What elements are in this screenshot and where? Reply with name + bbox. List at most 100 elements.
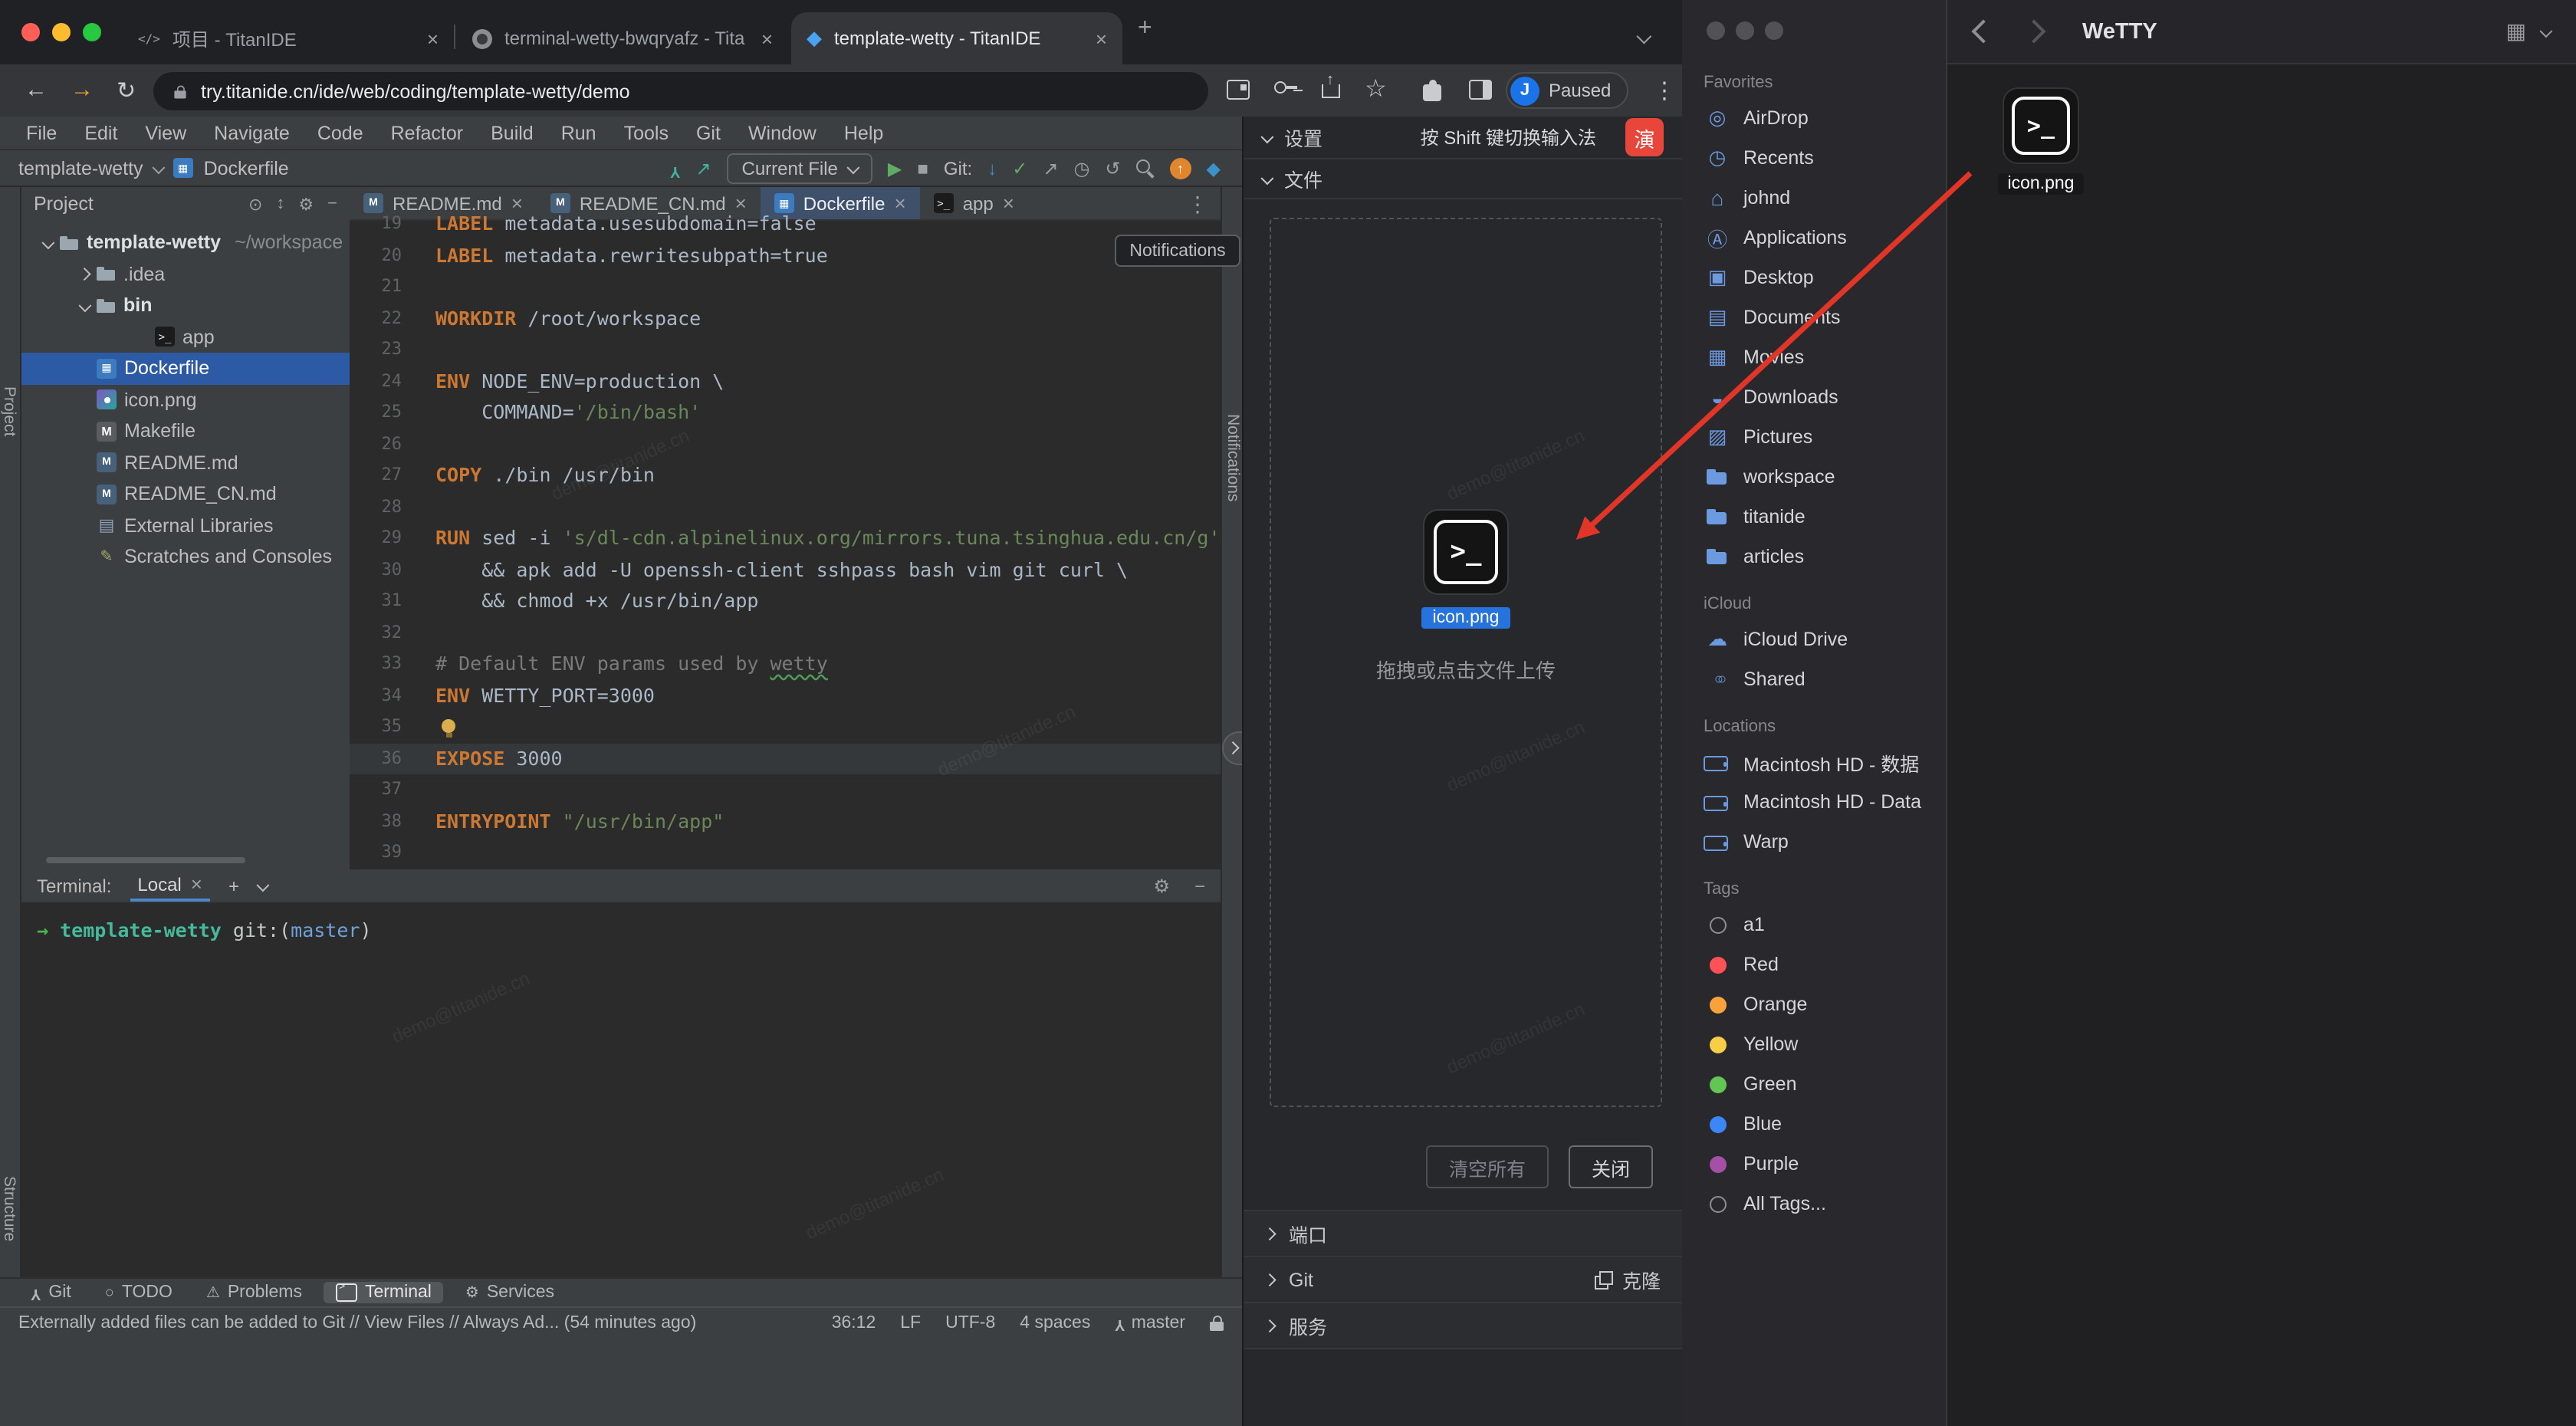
close-tab-icon[interactable]: [191, 872, 202, 895]
profile-chip[interactable]: J Paused: [1506, 72, 1628, 109]
share-icon[interactable]: [1322, 78, 1340, 98]
git-branch-widget[interactable]: master: [1115, 1313, 1185, 1332]
chevron-down-icon[interactable]: [2539, 25, 2551, 37]
tool-button-todo[interactable]: TODO: [93, 1282, 185, 1303]
window-zoom-button[interactable]: [83, 23, 101, 41]
browser-tab-terminal-wetty[interactable]: terminal-wetty-bwqryafz - Tita: [457, 12, 788, 64]
sidebar-item-applications[interactable]: Applications: [1682, 218, 1946, 258]
bookmark-star-icon[interactable]: [1365, 74, 1387, 104]
files-section-label[interactable]: 文件: [1284, 164, 1322, 193]
horizontal-scrollbar[interactable]: [46, 857, 245, 863]
hide-panel-icon[interactable]: [327, 195, 337, 213]
section-git[interactable]: Git克隆: [1244, 1257, 1682, 1303]
run-button[interactable]: [888, 157, 902, 179]
menu-refactor[interactable]: Refactor: [377, 122, 478, 143]
tag-item-red[interactable]: Red: [1682, 945, 1946, 984]
chevron-down-icon[interactable]: [1261, 130, 1273, 143]
menu-tools[interactable]: Tools: [610, 122, 682, 143]
terminal-settings-icon[interactable]: [1153, 875, 1170, 896]
rollback-icon[interactable]: [1105, 157, 1120, 179]
sidebar-item-documents[interactable]: Documents: [1682, 297, 1946, 337]
sidebar-item-pictures[interactable]: Pictures: [1682, 417, 1946, 457]
window-close-button[interactable]: [1707, 21, 1725, 40]
window-minimize-button[interactable]: [52, 23, 71, 41]
tag-item-blue[interactable]: Blue: [1682, 1104, 1946, 1144]
tool-stripe-notifications[interactable]: Notifications: [1224, 414, 1242, 501]
tree-item-template-wetty[interactable]: template-wetty~/workspace: [21, 227, 350, 258]
update-project-icon[interactable]: [695, 157, 711, 179]
browser-menu-icon[interactable]: [1653, 77, 1676, 104]
close-button[interactable]: 关闭: [1569, 1145, 1653, 1188]
tab-search-button[interactable]: [1638, 26, 1648, 48]
sidebar-item-macintosh-hd-数据[interactable]: Macintosh HD - 数据: [1682, 742, 1946, 782]
code-area[interactable]: 19LABEL metadata.usesubdomain=false20LAB…: [350, 209, 1221, 869]
section-服务[interactable]: 服务: [1244, 1303, 1682, 1349]
close-tab-icon[interactable]: [1096, 27, 1107, 50]
menu-navigate[interactable]: Navigate: [200, 122, 304, 143]
ime-badge[interactable]: 演: [1625, 118, 1664, 156]
editor[interactable]: README.mdREADME_CN.mdDockerfileapp 19LAB…: [350, 187, 1221, 869]
intention-bulb-icon[interactable]: [442, 719, 455, 733]
tree-item-scratches-and-consoles[interactable]: Scratches and Consoles: [21, 541, 350, 573]
menu-build[interactable]: Build: [477, 122, 547, 143]
sidebar-item-desktop[interactable]: Desktop: [1682, 258, 1946, 297]
menu-git[interactable]: Git: [682, 122, 734, 143]
new-tab-button[interactable]: [1138, 15, 1152, 43]
git-push-icon[interactable]: [1043, 157, 1058, 179]
gear-icon[interactable]: [298, 194, 314, 214]
extensions-icon[interactable]: [1423, 84, 1441, 101]
minimize-panel-icon[interactable]: [1194, 875, 1205, 896]
line-separator[interactable]: LF: [900, 1313, 921, 1332]
tag-item-purple[interactable]: Purple: [1682, 1144, 1946, 1184]
menu-help[interactable]: Help: [830, 122, 897, 143]
section-端口[interactable]: 端口: [1244, 1211, 1682, 1257]
terminal-tab-local[interactable]: Local: [130, 869, 210, 902]
project-panel-title[interactable]: Project: [34, 193, 94, 215]
search-icon[interactable]: [1136, 159, 1155, 177]
clear-all-button[interactable]: 清空所有: [1426, 1145, 1549, 1188]
reading-list-icon[interactable]: [1227, 80, 1250, 100]
tree-item-app[interactable]: app: [21, 321, 350, 353]
sidebar-item-titanide[interactable]: titanide: [1682, 497, 1946, 537]
tag-item-all-tags[interactable]: All Tags...: [1682, 1184, 1946, 1224]
run-configuration-dropdown[interactable]: Current File: [727, 153, 872, 183]
toolbar-project-name[interactable]: template-wetty: [18, 157, 143, 179]
indent-setting[interactable]: 4 spaces: [1020, 1313, 1090, 1332]
sidebar-item-warp[interactable]: Warp: [1682, 822, 1946, 862]
tree-item-makefile[interactable]: Makefile: [21, 416, 350, 447]
chevron-right-icon[interactable]: [78, 268, 90, 281]
tree-item-bin[interactable]: bin: [21, 290, 350, 321]
reload-button[interactable]: [117, 77, 136, 104]
browser-tab-project[interactable]: 项目 - TitanIDE: [123, 12, 454, 64]
uploaded-file-name[interactable]: icon.png: [1422, 607, 1510, 629]
git-update-icon[interactable]: [987, 157, 997, 179]
tag-item-orange[interactable]: Orange: [1682, 984, 1946, 1024]
expand-collapse-icon[interactable]: [276, 195, 284, 213]
sidebar-item-johnd[interactable]: johnd: [1682, 178, 1946, 218]
tool-button-problems[interactable]: Problems: [194, 1282, 314, 1303]
address-bar[interactable]: try.titanide.cn/ide/web/coding/template-…: [153, 72, 1208, 110]
chevron-down-icon[interactable]: [79, 298, 91, 310]
sidebar-item-workspace[interactable]: workspace: [1682, 457, 1946, 497]
tool-button-services[interactable]: Services: [453, 1282, 567, 1303]
tree-item-external-libraries[interactable]: External Libraries: [21, 510, 350, 541]
tag-item-green[interactable]: Green: [1682, 1064, 1946, 1104]
lock-icon[interactable]: [1210, 1315, 1224, 1330]
new-terminal-icon[interactable]: [228, 875, 239, 896]
back-button[interactable]: [1971, 19, 1995, 43]
menu-edit[interactable]: Edit: [71, 122, 131, 143]
window-close-button[interactable]: [21, 23, 40, 41]
file-icon-png[interactable]: icon.png: [1993, 89, 2088, 195]
browser-tab-template-wetty[interactable]: template-wetty - TitanIDE: [791, 12, 1122, 64]
branch-icon[interactable]: [670, 157, 680, 179]
tag-item-a1[interactable]: a1: [1682, 905, 1946, 945]
history-icon[interactable]: [1073, 157, 1089, 179]
sidebar-item-airdrop[interactable]: AirDrop: [1682, 98, 1946, 138]
tree-item-icon-png[interactable]: icon.png: [21, 384, 350, 416]
caret-position[interactable]: 36:12: [832, 1313, 876, 1332]
sidebar-item-recents[interactable]: Recents: [1682, 138, 1946, 178]
file-upload-dropzone[interactable]: icon.png 拖拽或点击文件上传: [1270, 218, 1662, 1107]
menu-file[interactable]: File: [12, 122, 71, 143]
settings-section-label[interactable]: 设置: [1284, 123, 1322, 152]
clone-button[interactable]: 克隆: [1595, 1265, 1661, 1294]
